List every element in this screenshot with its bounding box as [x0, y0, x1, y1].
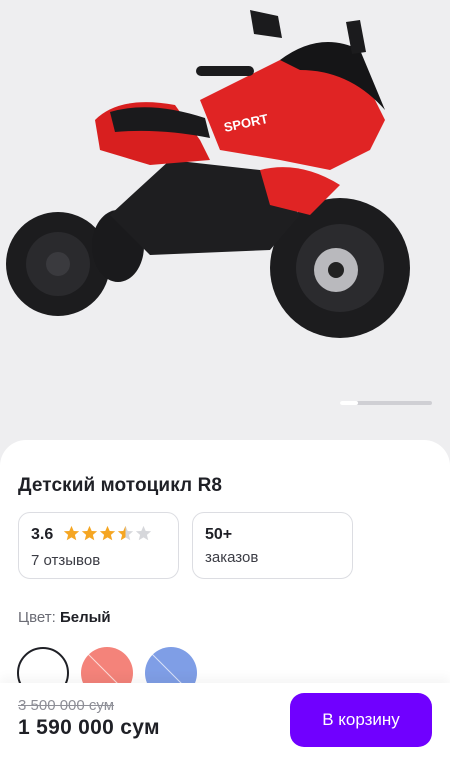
product-image-gallery[interactable]: SPORT [0, 0, 450, 470]
image-pager-indicator [340, 401, 358, 405]
star-icon [81, 525, 98, 541]
selected-color: Белый [59, 609, 111, 626]
add-to-cart-button[interactable]: В корзину [290, 693, 432, 747]
star-half-icon [117, 525, 134, 541]
star-icon [63, 525, 80, 541]
rating-stars [63, 525, 152, 542]
orders-label: заказов [205, 549, 259, 566]
rating-value: 3.6 [31, 526, 54, 543]
orders-value: 50+ [205, 526, 233, 543]
star-icon [99, 525, 116, 541]
color-label: Цвет: [18, 609, 56, 626]
reviews-count: 7 отзывов [31, 552, 101, 569]
rating-card[interactable]: 3.6 7 отзывов [18, 512, 179, 579]
color-selector-label: Цвет: Белый [18, 609, 111, 626]
current-price: 1 590 000 сум [18, 716, 160, 739]
orders-card: 50+ заказов [192, 512, 353, 579]
motorcycle-image: SPORT [6, 10, 410, 338]
product-title: Детский мотоцикл R8 [18, 475, 223, 496]
star-empty-icon [135, 525, 152, 541]
old-price: 3 500 000 сум [18, 697, 115, 714]
